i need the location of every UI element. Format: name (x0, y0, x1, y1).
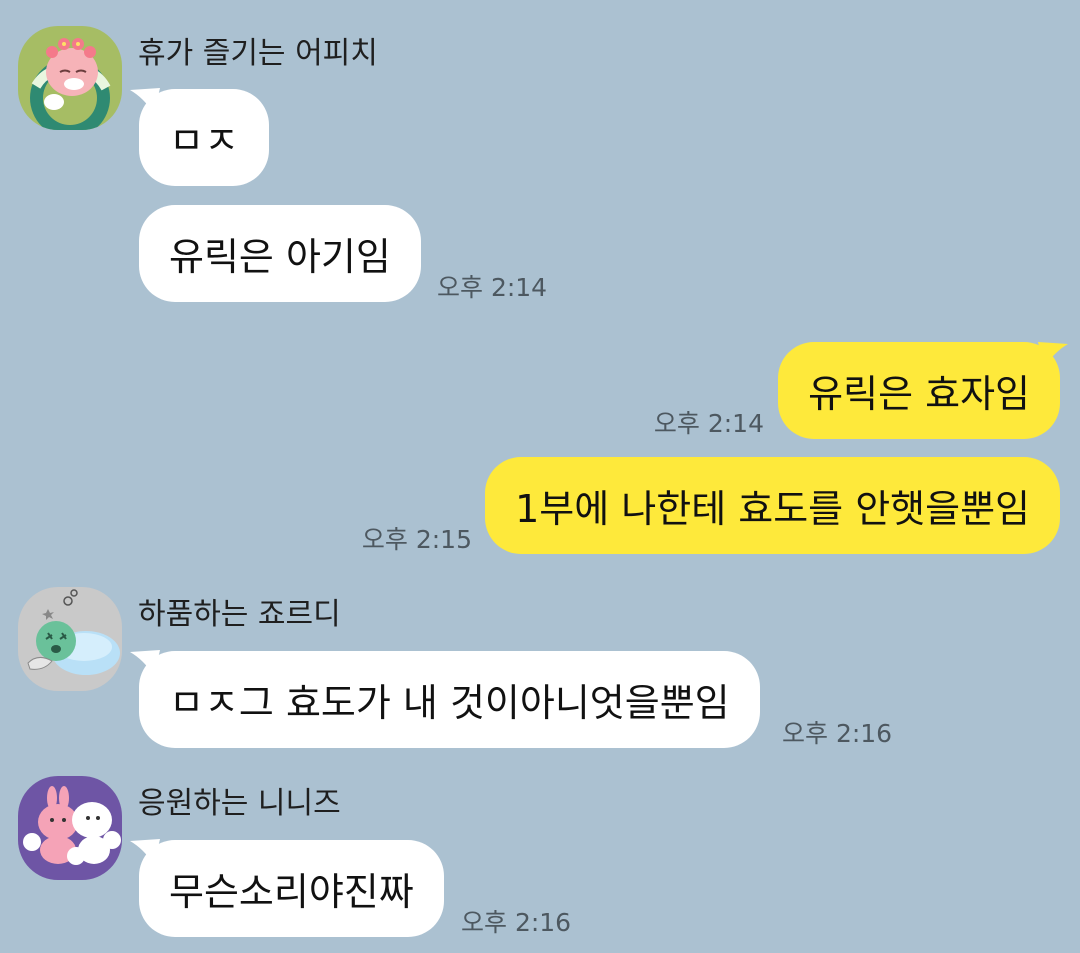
message-text: ㅁㅈ (169, 119, 239, 163)
message-text: 1부에 나한테 효도를 안햇을뿐임 (515, 487, 1030, 531)
message-bubble[interactable]: ㅁㅈ (139, 89, 269, 186)
message-bubble[interactable]: 유릭은 아기임 (139, 205, 421, 302)
apeach-on-swim-ring-icon (30, 38, 111, 130)
avatar-jordy[interactable] (18, 587, 122, 691)
avatar-niniz[interactable] (18, 776, 122, 880)
message-timestamp: 오후 2:16 (782, 719, 893, 748)
message-bubble[interactable]: ㅁㅈ그 효도가 내 것이아니엇을뿐임 (139, 651, 760, 748)
message-bubble[interactable]: 1부에 나한테 효도를 안햇을뿐임 (485, 457, 1060, 554)
message-timestamp: 오후 2:16 (461, 908, 572, 937)
message-bubble[interactable]: 유릭은 효자임 (778, 342, 1060, 439)
message-bubble[interactable]: 무슨소리야진짜 (139, 840, 444, 937)
sender-name: 하품하는 죠르디 (138, 597, 341, 632)
niniz-cheering-icon (23, 786, 121, 865)
message-timestamp: 오후 2:14 (653, 409, 764, 438)
message-text: 유릭은 아기임 (169, 235, 391, 279)
message-timestamp: 오후 2:15 (361, 525, 472, 554)
message-text: 유릭은 효자임 (808, 372, 1030, 416)
sender-name: 응원하는 니니즈 (138, 786, 341, 821)
message-text: ㅁㅈ그 효도가 내 것이아니엇을뿐임 (169, 681, 730, 725)
message-timestamp: 오후 2:14 (437, 273, 548, 302)
sender-name: 휴가 즐기는 어피치 (138, 36, 378, 71)
message-text: 무슨소리야진짜 (169, 870, 414, 914)
avatar-apeach[interactable] (18, 26, 122, 130)
jordy-yawning-icon (27, 589, 120, 675)
